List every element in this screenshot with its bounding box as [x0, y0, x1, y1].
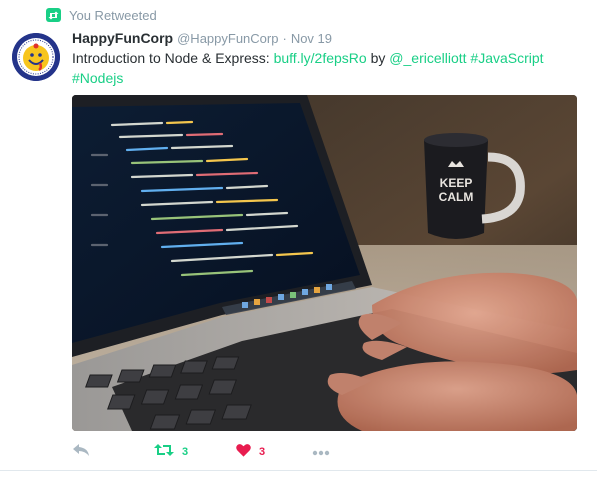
separator-dot: · [282, 31, 287, 46]
heart-icon [236, 443, 251, 462]
tweet-text: Introduction to Node & Express: buff.ly/… [72, 48, 582, 88]
reply-icon [72, 443, 90, 462]
username[interactable]: @HappyFunCorp [177, 31, 278, 46]
hashtag-nodejs[interactable]: #Nodejs [72, 70, 123, 86]
tweet-text-by: by [366, 50, 390, 66]
reply-button[interactable] [72, 443, 90, 461]
retweet-context-label: You Retweeted [69, 7, 157, 23]
retweet-context: You Retweeted [46, 6, 157, 24]
more-button[interactable] [312, 443, 330, 461]
tweet[interactable]: You Retweeted HappyFunCorp @HappyFunCorp… [0, 0, 597, 478]
retweet-icon [154, 443, 174, 462]
tweet-header: HappyFunCorp @HappyFunCorp · Nov 19 [72, 30, 332, 48]
svg-text:CALM: CALM [439, 190, 474, 204]
more-icon [312, 443, 330, 461]
tweet-link[interactable]: buff.ly/2fepsRo [274, 50, 367, 66]
retweet-count: 3 [182, 446, 189, 458]
mention-link[interactable]: @_ericelliott [389, 50, 466, 66]
avatar[interactable] [12, 33, 60, 81]
like-button[interactable]: 3 [236, 443, 265, 461]
tweet-divider [0, 470, 597, 471]
tweet-text-intro: Introduction to Node & Express: [72, 50, 274, 66]
hashtag-javascript[interactable]: #JavaScript [470, 50, 543, 66]
tweet-photo[interactable]: KEEP CALM [72, 95, 577, 431]
retweet-context-icon [46, 8, 61, 22]
tweet-actions: 3 3 [72, 443, 372, 461]
svg-text:KEEP: KEEP [440, 176, 473, 190]
like-count: 3 [259, 446, 266, 458]
fullname[interactable]: HappyFunCorp [72, 30, 173, 46]
timestamp[interactable]: Nov 19 [291, 31, 332, 46]
retweet-button[interactable]: 3 [154, 443, 188, 461]
